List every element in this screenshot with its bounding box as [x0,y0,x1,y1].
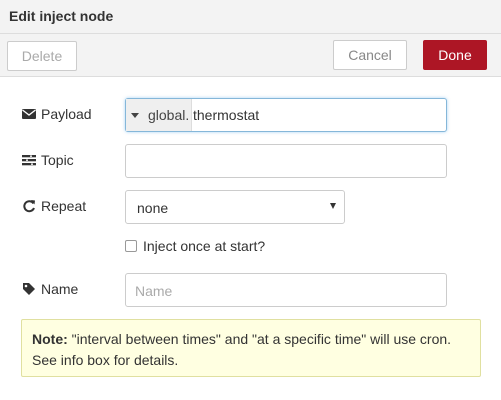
repeat-label-text: Repeat [41,198,87,214]
delete-button[interactable]: Delete [7,41,77,71]
topic-label: Topic [22,152,74,168]
payload-label: Payload [22,106,92,122]
tasks-icon [22,155,36,166]
payload-type-label: global. [148,107,190,123]
payload-input[interactable]: global. thermostat [125,98,447,132]
caret-down-icon [131,113,139,118]
repeat-select[interactable]: none [125,190,345,224]
cron-note: Note: "interval between times" and "at a… [21,319,481,377]
inject-once-checkbox[interactable] [125,240,137,252]
note-prefix: Note: [32,331,68,347]
payload-type-selector[interactable]: global. [126,99,192,131]
topic-label-text: Topic [41,152,74,168]
payload-value[interactable]: thermostat [193,107,259,123]
name-label-text: Name [41,281,79,297]
dropdown-arrow-icon [330,203,336,209]
topic-input[interactable] [125,144,447,178]
cancel-button[interactable]: Cancel [333,40,407,70]
name-field[interactable] [125,273,447,308]
dialog-toolbar: Delete Cancel Done [0,34,501,77]
dialog-titlebar: Edit inject node [0,0,501,34]
done-button[interactable]: Done [423,40,487,70]
name-label: Name [22,281,78,297]
note-text: "interval between times" and "at a speci… [32,331,452,368]
repeat-label: Repeat [22,198,86,214]
name-input[interactable] [133,274,437,308]
payload-label-text: Payload [41,106,92,122]
dialog-title: Edit inject node [9,8,114,24]
envelope-icon [22,109,36,119]
tag-icon [23,283,35,295]
inject-once-label[interactable]: Inject once at start? [143,238,265,254]
repeat-selected-value: none [137,200,169,216]
repeat-icon [23,200,35,213]
